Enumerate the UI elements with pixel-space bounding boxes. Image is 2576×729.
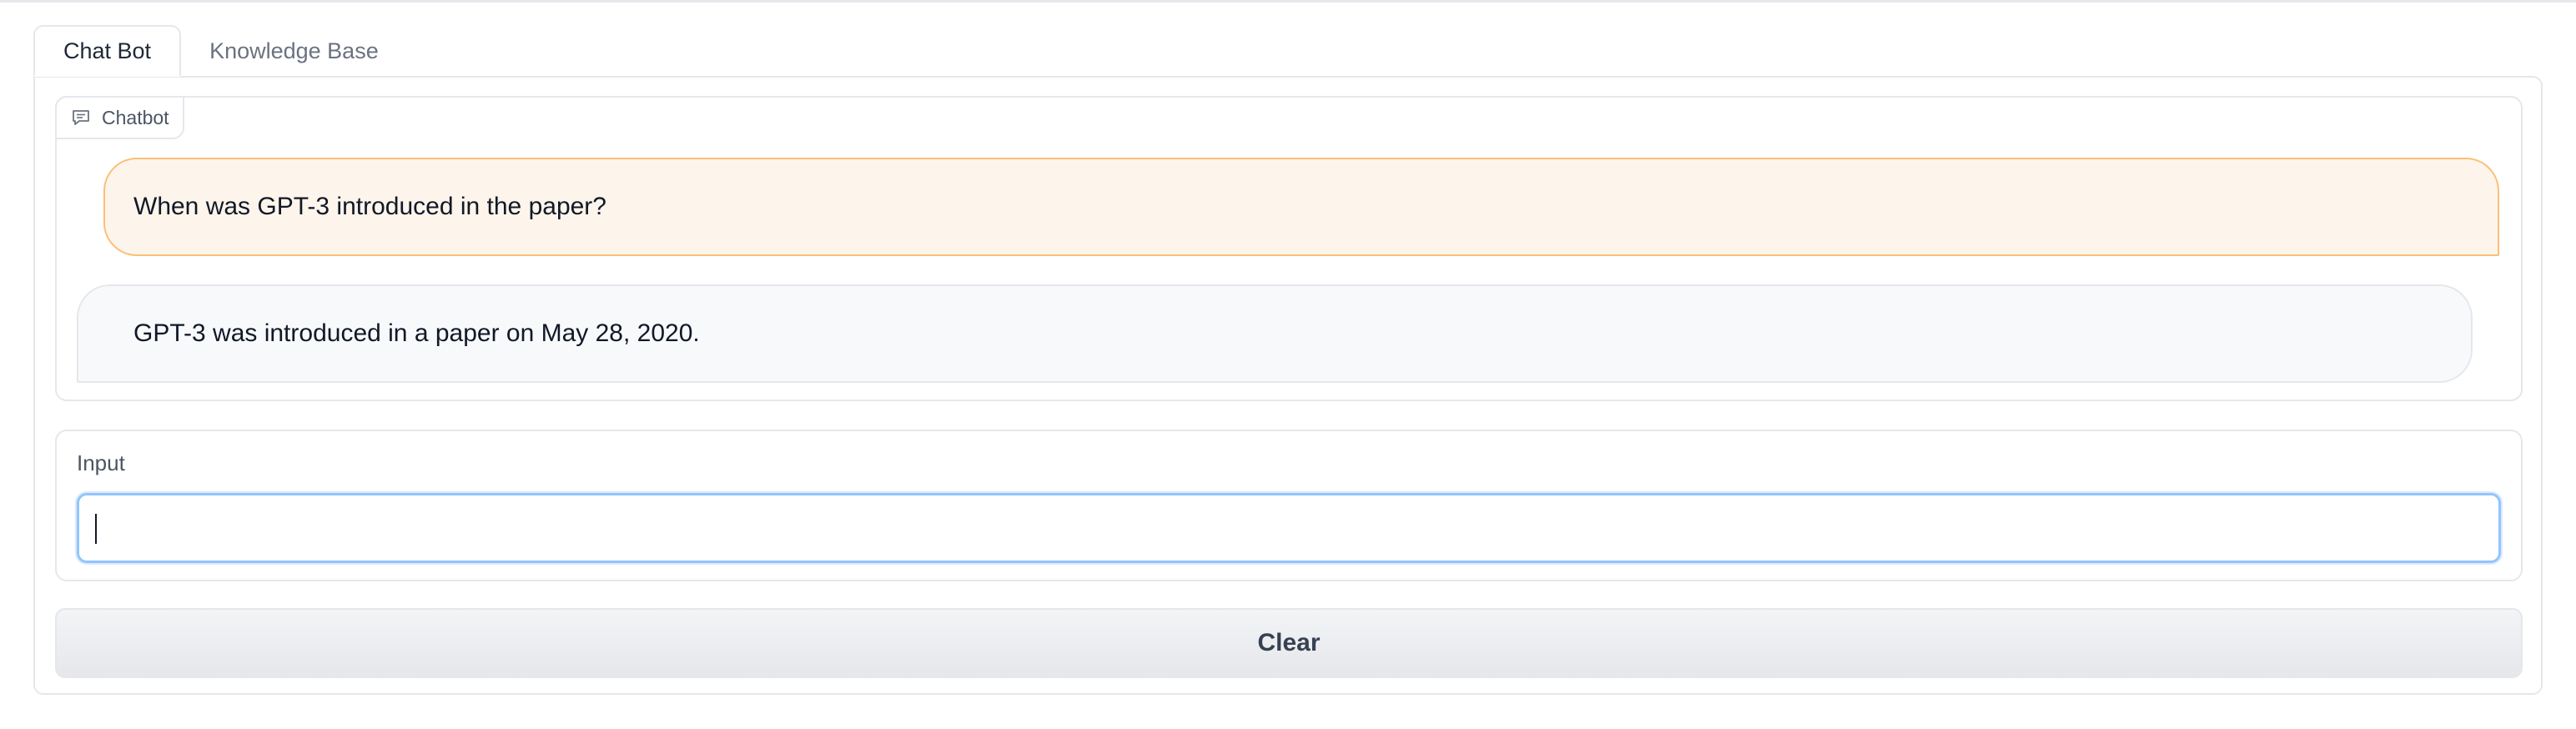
tab-chat-bot[interactable]: Chat Bot	[33, 25, 182, 77]
message-input[interactable]	[77, 493, 2501, 563]
bot-message-text: GPT-3 was introduced in a paper on May 2…	[133, 319, 700, 347]
chatbot-label-badge: Chatbot	[55, 96, 184, 139]
chatbot-label: Chatbot	[102, 106, 169, 128]
user-message-text: When was GPT-3 introduced in the paper?	[133, 193, 606, 220]
tab-knowledge-base[interactable]: Knowledge Base	[181, 25, 407, 77]
top-divider	[0, 0, 2576, 3]
clear-button[interactable]: Clear	[55, 608, 2523, 678]
input-label: Input	[77, 450, 125, 475]
text-caret	[95, 514, 97, 544]
bot-message: GPT-3 was introduced in a paper on May 2…	[77, 284, 2473, 383]
user-message: When was GPT-3 introduced in the paper?	[103, 158, 2499, 256]
tab-bar: Chat Bot Knowledge Base	[33, 25, 407, 77]
chat-bubble-icon	[72, 109, 90, 126]
